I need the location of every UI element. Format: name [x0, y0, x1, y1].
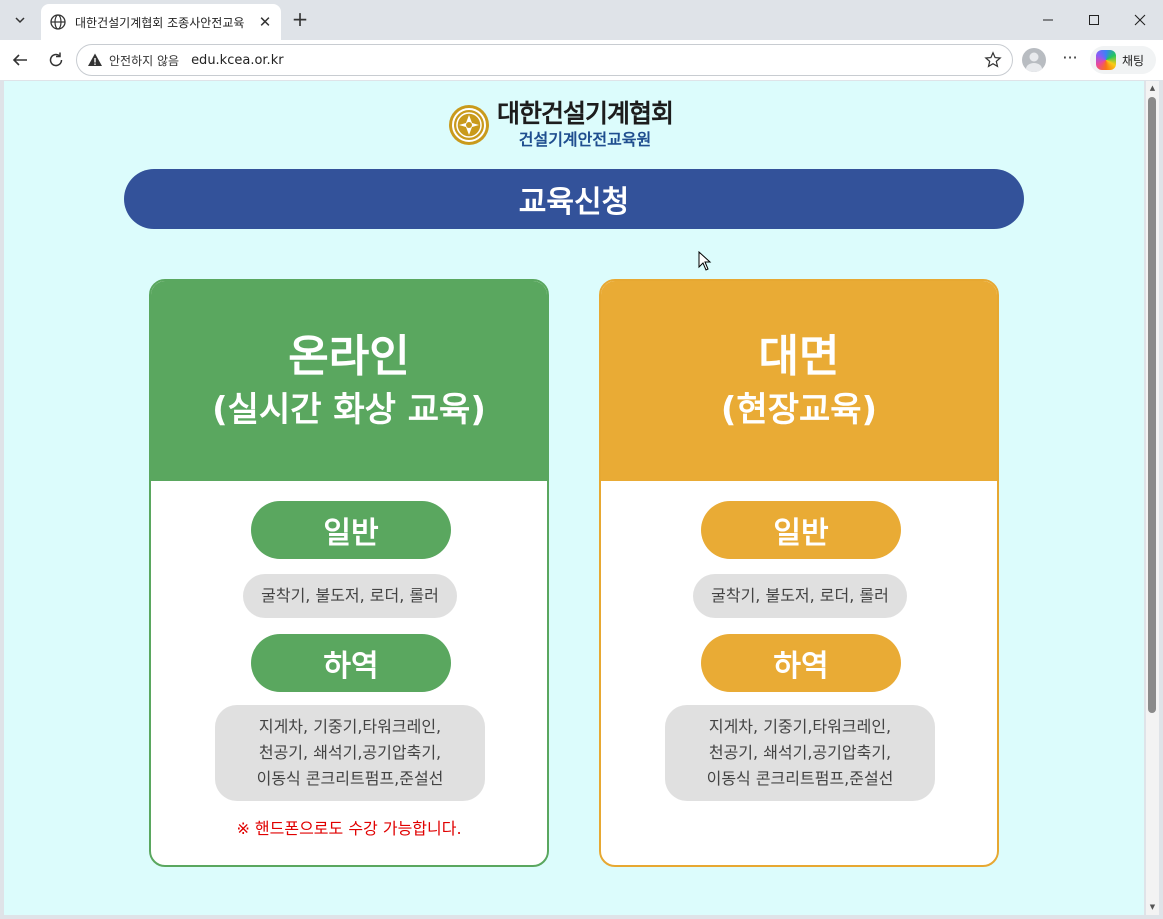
- profile-avatar[interactable]: [1022, 48, 1046, 72]
- back-button[interactable]: [8, 48, 32, 72]
- logo-sub-text: 건설기계안전교육원: [518, 130, 652, 149]
- page-title-banner: 교육신청: [124, 169, 1024, 229]
- offline-lower-items: 지게차, 기중기,타워크레인, 천공기, 쇄석기,공기압축기, 이동식 콘크리트…: [665, 705, 935, 801]
- scrollbar-thumb[interactable]: [1148, 97, 1156, 713]
- online-general-items-text: 굴착기, 불도저, 로더, 롤러: [261, 586, 439, 605]
- offline-lower-label: 하역: [773, 649, 829, 684]
- online-lower-line-3: 이동식 콘크리트펌프,준설선: [256, 769, 444, 788]
- offline-course-card: 대면 (현장교육) 일반 굴착기, 불도저, 로더, 롤러 하역 지게차, 기중…: [599, 279, 999, 867]
- favorite-star-icon[interactable]: [984, 51, 1002, 69]
- online-general-label: 일반: [323, 516, 379, 551]
- close-icon: [1134, 14, 1146, 26]
- reload-button[interactable]: [44, 48, 68, 72]
- close-window-button[interactable]: [1117, 0, 1163, 40]
- online-lower-label: 하역: [323, 649, 379, 684]
- offline-general-items-text: 굴착기, 불도저, 로더, 롤러: [711, 586, 889, 605]
- reload-icon: [49, 52, 63, 67]
- chat-label: 채팅: [1122, 53, 1145, 68]
- online-lower-line-2: 천공기, 쇄석기,공기압축기,: [258, 743, 442, 762]
- page-scrollbar[interactable]: ▲ ▼: [1146, 81, 1159, 915]
- offline-title: 대면: [758, 331, 840, 382]
- maximize-icon: [1089, 15, 1099, 25]
- warning-icon[interactable]: [87, 52, 103, 68]
- offline-subtitle: (현장교육): [720, 390, 878, 430]
- online-general-items: 굴착기, 불도저, 로더, 롤러: [243, 574, 457, 618]
- browser-toolbar: 안전하지 않음 edu.kcea.or.kr ··· 채팅: [0, 40, 1163, 80]
- tab-bar: 대한건설기계협회 조종사안전교육 ✕ +: [0, 0, 1163, 40]
- globe-icon: [50, 14, 66, 30]
- association-emblem-icon: [449, 105, 489, 145]
- mouse-cursor-icon: [698, 251, 712, 271]
- more-menu-button[interactable]: ···: [1058, 48, 1082, 72]
- online-card-header[interactable]: 온라인 (실시간 화상 교육): [151, 281, 547, 481]
- new-tab-button[interactable]: +: [288, 8, 312, 32]
- person-icon: [1026, 52, 1042, 72]
- logo-main-text: 대한건설기계협회: [497, 99, 674, 128]
- online-lower-line-1: 지게차, 기중기,타워크레인,: [258, 717, 442, 736]
- scroll-up-icon[interactable]: ▲: [1148, 84, 1157, 93]
- maximize-button[interactable]: [1071, 0, 1117, 40]
- copilot-chat-button[interactable]: 채팅: [1090, 46, 1156, 74]
- copilot-icon: [1096, 50, 1116, 70]
- offline-general-button[interactable]: 일반: [701, 501, 901, 559]
- chevron-down-icon: [15, 17, 25, 24]
- online-lower-items: 지게차, 기중기,타워크레인, 천공기, 쇄석기,공기압축기, 이동식 콘크리트…: [215, 705, 485, 801]
- scroll-down-icon[interactable]: ▼: [1148, 903, 1157, 912]
- site-logo[interactable]: 대한건설기계협회 건설기계안전교육원: [447, 99, 674, 150]
- online-subtitle: (실시간 화상 교육): [212, 390, 486, 430]
- insecure-label[interactable]: 안전하지 않음: [109, 52, 179, 69]
- tab-title: 대한건설기계협회 조종사안전교육: [75, 15, 245, 30]
- offline-card-header[interactable]: 대면 (현장교육): [601, 281, 997, 481]
- page-viewport: 대한건설기계협회 건설기계안전교육원 교육신청 온라인 (실시간 화상 교육) …: [4, 81, 1144, 915]
- tab-list-button[interactable]: [6, 6, 34, 34]
- page-title: 교육신청: [518, 185, 630, 220]
- offline-lower-line-3: 이동식 콘크리트펌프,준설선: [706, 769, 894, 788]
- online-course-card: 온라인 (실시간 화상 교육) 일반 굴착기, 불도저, 로더, 롤러 하역 지…: [149, 279, 549, 867]
- online-lower-button[interactable]: 하역: [251, 634, 451, 692]
- offline-general-label: 일반: [773, 516, 829, 551]
- mobile-note: ※ 핸드폰으로도 수강 가능합니다.: [236, 819, 462, 838]
- offline-lower-button[interactable]: 하역: [701, 634, 901, 692]
- browser-tab[interactable]: 대한건설기계협회 조종사안전교육 ✕: [41, 4, 281, 40]
- offline-lower-line-2: 천공기, 쇄석기,공기압축기,: [708, 743, 892, 762]
- url-text[interactable]: edu.kcea.or.kr: [191, 53, 984, 68]
- offline-lower-line-1: 지게차, 기중기,타워크레인,: [708, 717, 892, 736]
- online-general-button[interactable]: 일반: [251, 501, 451, 559]
- back-arrow-icon: [12, 54, 27, 66]
- address-bar[interactable]: 안전하지 않음 edu.kcea.or.kr: [76, 44, 1013, 76]
- online-title: 온라인: [288, 331, 410, 382]
- offline-general-items: 굴착기, 불도저, 로더, 롤러: [693, 574, 907, 618]
- minimize-icon: [1043, 19, 1053, 21]
- tab-close-icon[interactable]: ✕: [257, 13, 273, 31]
- minimize-button[interactable]: [1025, 0, 1071, 40]
